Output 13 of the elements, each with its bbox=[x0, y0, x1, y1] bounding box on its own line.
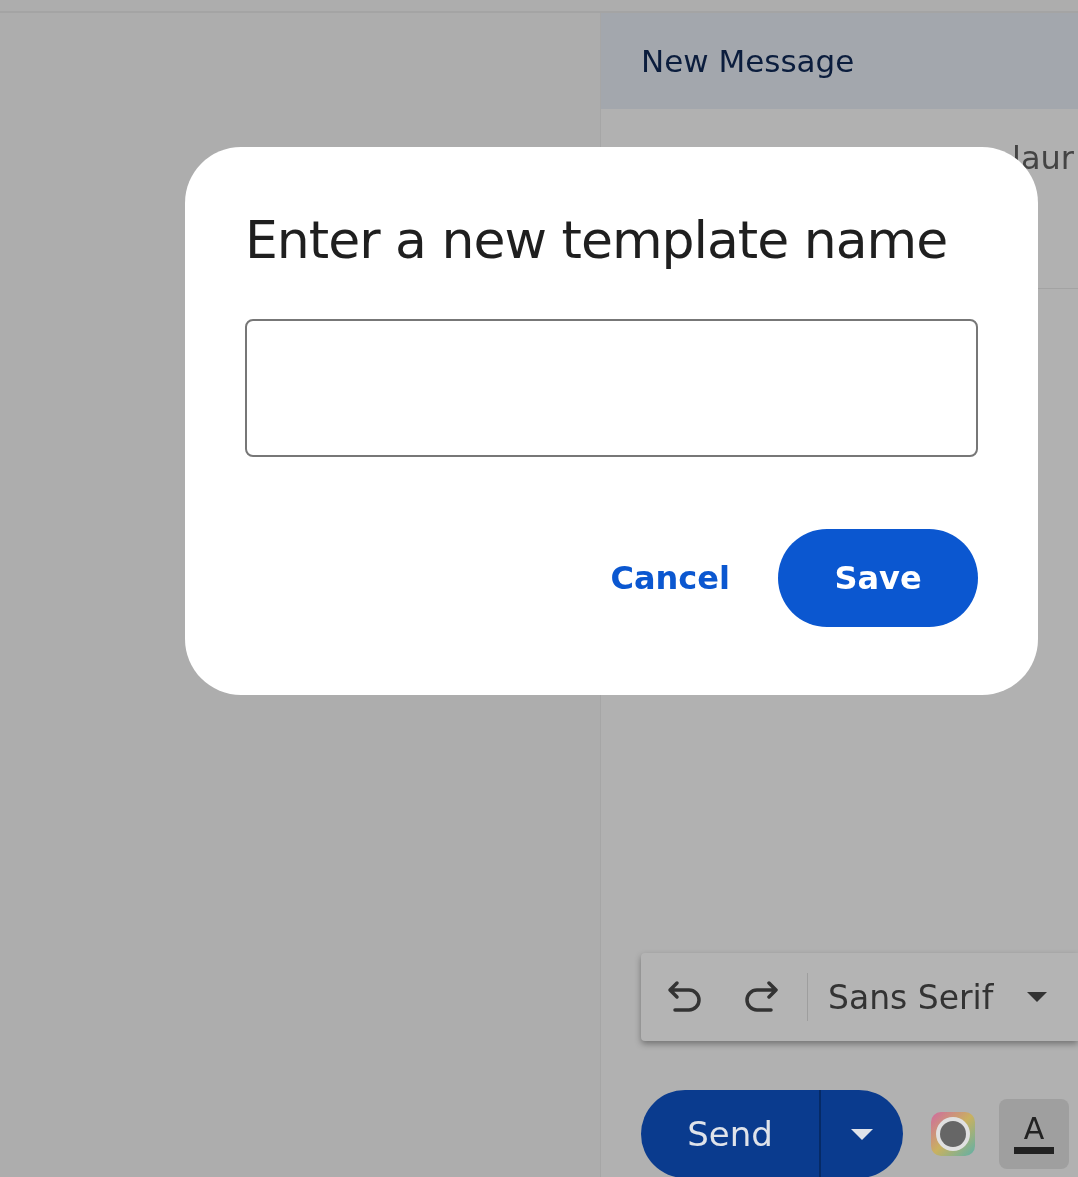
font-dropdown[interactable]: Sans Serif bbox=[828, 977, 1048, 1017]
send-button[interactable]: Send bbox=[641, 1090, 821, 1177]
undo-icon[interactable] bbox=[667, 980, 703, 1014]
save-button[interactable]: Save bbox=[778, 529, 978, 628]
compose-title: New Message bbox=[641, 43, 855, 79]
camera-icon[interactable] bbox=[931, 1112, 975, 1156]
template-name-field[interactable] bbox=[245, 319, 978, 458]
dialog-title: Enter a new template name bbox=[245, 209, 949, 272]
cancel-button[interactable]: Cancel bbox=[610, 559, 730, 598]
redo-icon[interactable] bbox=[743, 980, 779, 1014]
caret-icon bbox=[1027, 992, 1048, 1002]
caret-icon bbox=[851, 1128, 873, 1140]
text-format-button[interactable]: A bbox=[999, 1099, 1069, 1169]
